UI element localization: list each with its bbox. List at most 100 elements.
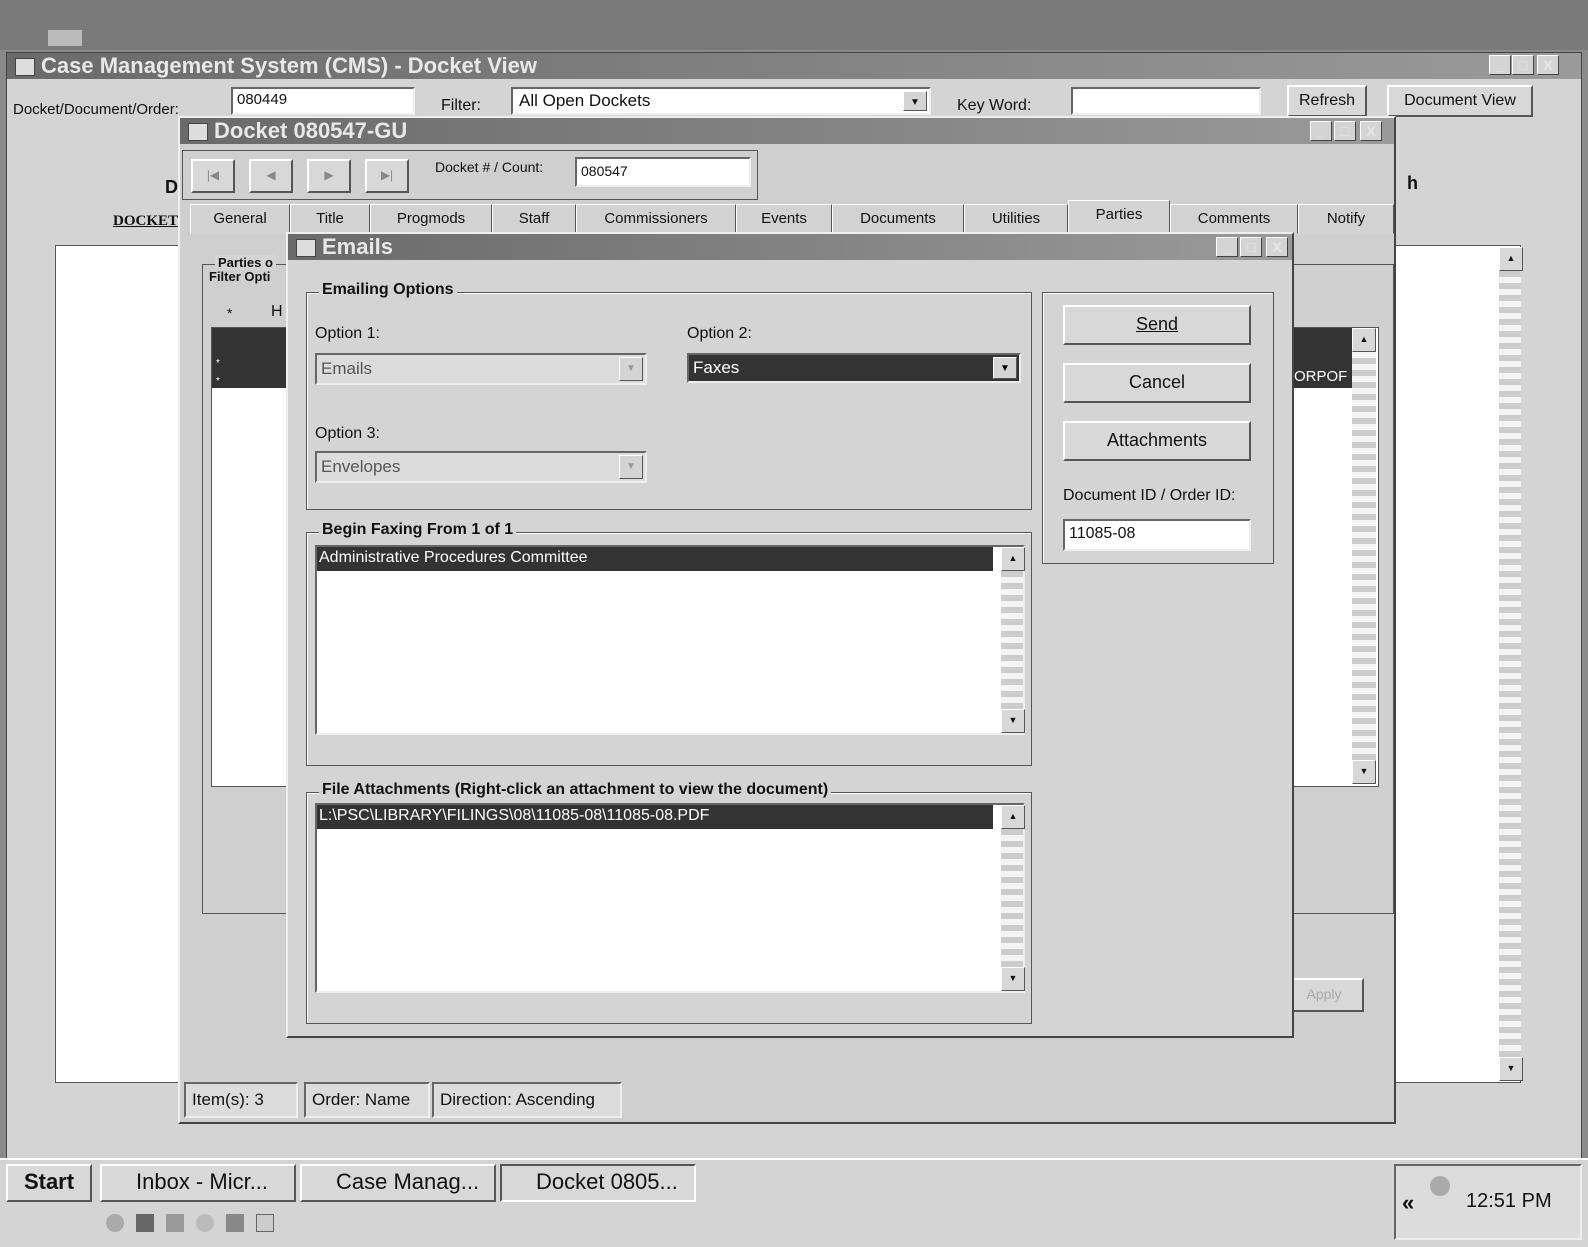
minimize-icon[interactable]: _ (1216, 237, 1238, 257)
start-button[interactable]: Start (6, 1164, 92, 1202)
scroll-up-icon[interactable]: ▲ (1001, 805, 1025, 829)
document-icon[interactable] (226, 1214, 244, 1232)
taskbar-item-label: Case Manag... (336, 1169, 480, 1194)
list-item[interactable]: L:\PSC\LIBRARY\FILINGS\08\11085-08\11085… (317, 805, 993, 829)
refresh-button[interactable]: Refresh (1287, 85, 1367, 117)
cancel-button[interactable]: Cancel (1063, 363, 1251, 403)
send-button[interactable]: Send (1063, 305, 1251, 345)
maximize-icon[interactable]: □ (1240, 237, 1262, 257)
scroll-up-icon[interactable]: ▲ (1499, 247, 1523, 271)
maximize-icon[interactable]: □ (1334, 121, 1356, 141)
browser-icon[interactable] (196, 1214, 214, 1232)
start-label: Start (23, 1169, 75, 1194)
attachment-scrollbar[interactable]: ▲ ▼ (1001, 805, 1025, 991)
scroll-down-icon[interactable]: ▼ (1001, 709, 1025, 733)
chevron-down-icon[interactable]: ▼ (619, 455, 643, 479)
status-order: Order: Name (304, 1082, 430, 1118)
tray-app-icon[interactable] (1430, 1176, 1450, 1196)
attachments-button[interactable]: Attachments (1063, 421, 1251, 461)
tab-parties[interactable]: Parties (1068, 200, 1170, 234)
status-direction: Direction: Ascending (432, 1082, 622, 1118)
row-star-2: * (216, 376, 220, 387)
maximize-icon[interactable]: □ (1512, 55, 1534, 75)
tab-utilities[interactable]: Utilities (964, 204, 1068, 234)
network-icon[interactable] (166, 1214, 184, 1232)
tab-events[interactable]: Events (736, 204, 832, 234)
tab-staff[interactable]: Staff (492, 204, 576, 234)
minimize-icon[interactable]: _ (1489, 55, 1511, 75)
taskbar-item-docket[interactable]: Docket 0805... (500, 1164, 696, 1202)
filter-label: Filter: (441, 97, 481, 114)
attachment-list[interactable]: L:\PSC\LIBRARY\FILINGS\08\11085-08\11085… (315, 803, 1025, 993)
chevron-down-icon[interactable]: ▼ (903, 91, 927, 111)
next-record-button[interactable]: ▶ (307, 159, 351, 193)
quick-launch-icon[interactable] (106, 1214, 124, 1232)
tab-notify[interactable]: Notify (1298, 204, 1394, 234)
docid-input[interactable]: 11085-08 (1063, 519, 1251, 551)
col-h-header: H (271, 303, 283, 320)
prev-record-button[interactable]: ◀ (249, 159, 293, 193)
last-record-button[interactable]: ▶| (365, 159, 409, 193)
taskbar-item-label: Inbox - Micr... (136, 1169, 269, 1194)
filter-options-label: Filter Opti (209, 269, 271, 284)
nav-toolbar: |◀ ◀ ▶ ▶| Docket # / Count: 080547 (182, 150, 758, 200)
tab-title[interactable]: Title (290, 204, 370, 234)
close-icon[interactable]: X (1266, 237, 1288, 257)
count-input[interactable]: 080547 (575, 157, 751, 187)
taskbar-item-label: Docket 0805... (536, 1169, 678, 1194)
docket-label: Docket/Document/Order: (13, 101, 179, 118)
option2-select[interactable]: Faxes ▼ (687, 353, 1021, 383)
list-item[interactable]: Administrative Procedures Committee (317, 547, 993, 571)
document-view-button[interactable]: Document View (1387, 85, 1533, 117)
recipient-scrollbar[interactable]: ▲ ▼ (1001, 547, 1025, 733)
emailing-options-group: Emailing Options Option 1: Emails ▼ Opti… (306, 281, 1032, 510)
lock-icon[interactable] (136, 1214, 154, 1232)
scroll-down-icon[interactable]: ▼ (1499, 1057, 1523, 1081)
desktop-icon (48, 30, 82, 46)
main-titlebar[interactable]: Case Management System (CMS) - Docket Vi… (7, 53, 1581, 79)
tab-comments[interactable]: Comments (1170, 204, 1298, 234)
scroll-up-icon[interactable]: ▲ (1001, 547, 1025, 571)
chevron-down-icon[interactable]: ▼ (619, 357, 643, 381)
tray-chevron-icon[interactable]: « (1402, 1190, 1414, 1216)
scroll-down-icon[interactable]: ▼ (1352, 760, 1376, 784)
emails-titlebar[interactable]: Emails _ □ X (288, 234, 1292, 260)
scroll-up-icon[interactable]: ▲ (1352, 328, 1376, 352)
tab-progmods[interactable]: Progmods (370, 204, 492, 234)
tab-commissioners[interactable]: Commissioners (576, 204, 736, 234)
keyword-input[interactable] (1071, 87, 1261, 115)
minimize-icon[interactable]: _ (1310, 121, 1332, 141)
chevron-down-icon[interactable]: ▼ (993, 357, 1017, 379)
tab-general[interactable]: General (190, 204, 290, 234)
app-icon (188, 123, 208, 141)
send-label: Send (1135, 314, 1179, 334)
docket-titlebar[interactable]: Docket 080547-GU _ □ X (180, 118, 1394, 144)
desktop-top (0, 0, 1588, 50)
filter-value: All Open Dockets (519, 91, 651, 110)
scroll-down-icon[interactable]: ▼ (1001, 967, 1025, 991)
bg-h-label: h (1407, 173, 1418, 193)
option3-label: Option 3: (315, 425, 380, 442)
recipient-list[interactable]: Administrative Procedures Committee ▲ ▼ (315, 545, 1025, 735)
main-scrollbar[interactable]: ▲ ▼ (1499, 247, 1523, 1081)
row-star-1: * (216, 358, 220, 369)
close-icon[interactable]: X (1537, 55, 1559, 75)
option1-select[interactable]: Emails ▼ (315, 353, 647, 385)
docket-input[interactable]: 080449 (231, 87, 415, 115)
close-icon[interactable]: X (1360, 121, 1382, 141)
col-star-header: * (227, 305, 233, 321)
emailing-options-label: Emailing Options (319, 281, 457, 299)
taskbar-item-inbox[interactable]: Inbox - Micr... (100, 1164, 296, 1202)
tab-documents[interactable]: Documents (832, 204, 964, 234)
filter-select[interactable]: All Open Dockets ▼ (511, 87, 931, 115)
option3-select[interactable]: Envelopes ▼ (315, 451, 647, 483)
option3-value: Envelopes (321, 457, 401, 476)
first-record-button[interactable]: |◀ (191, 159, 235, 193)
grid-scrollbar[interactable]: ▲ ▼ (1352, 328, 1376, 784)
docid-label: Document ID / Order ID: (1063, 487, 1236, 504)
desktop-icon[interactable] (256, 1214, 274, 1232)
taskbar-item-case[interactable]: Case Manag... (300, 1164, 496, 1202)
corp-cell: ORPOF (1294, 368, 1348, 385)
attachments-label: Attachments (1106, 430, 1208, 450)
apply-button[interactable]: Apply (1284, 978, 1364, 1012)
